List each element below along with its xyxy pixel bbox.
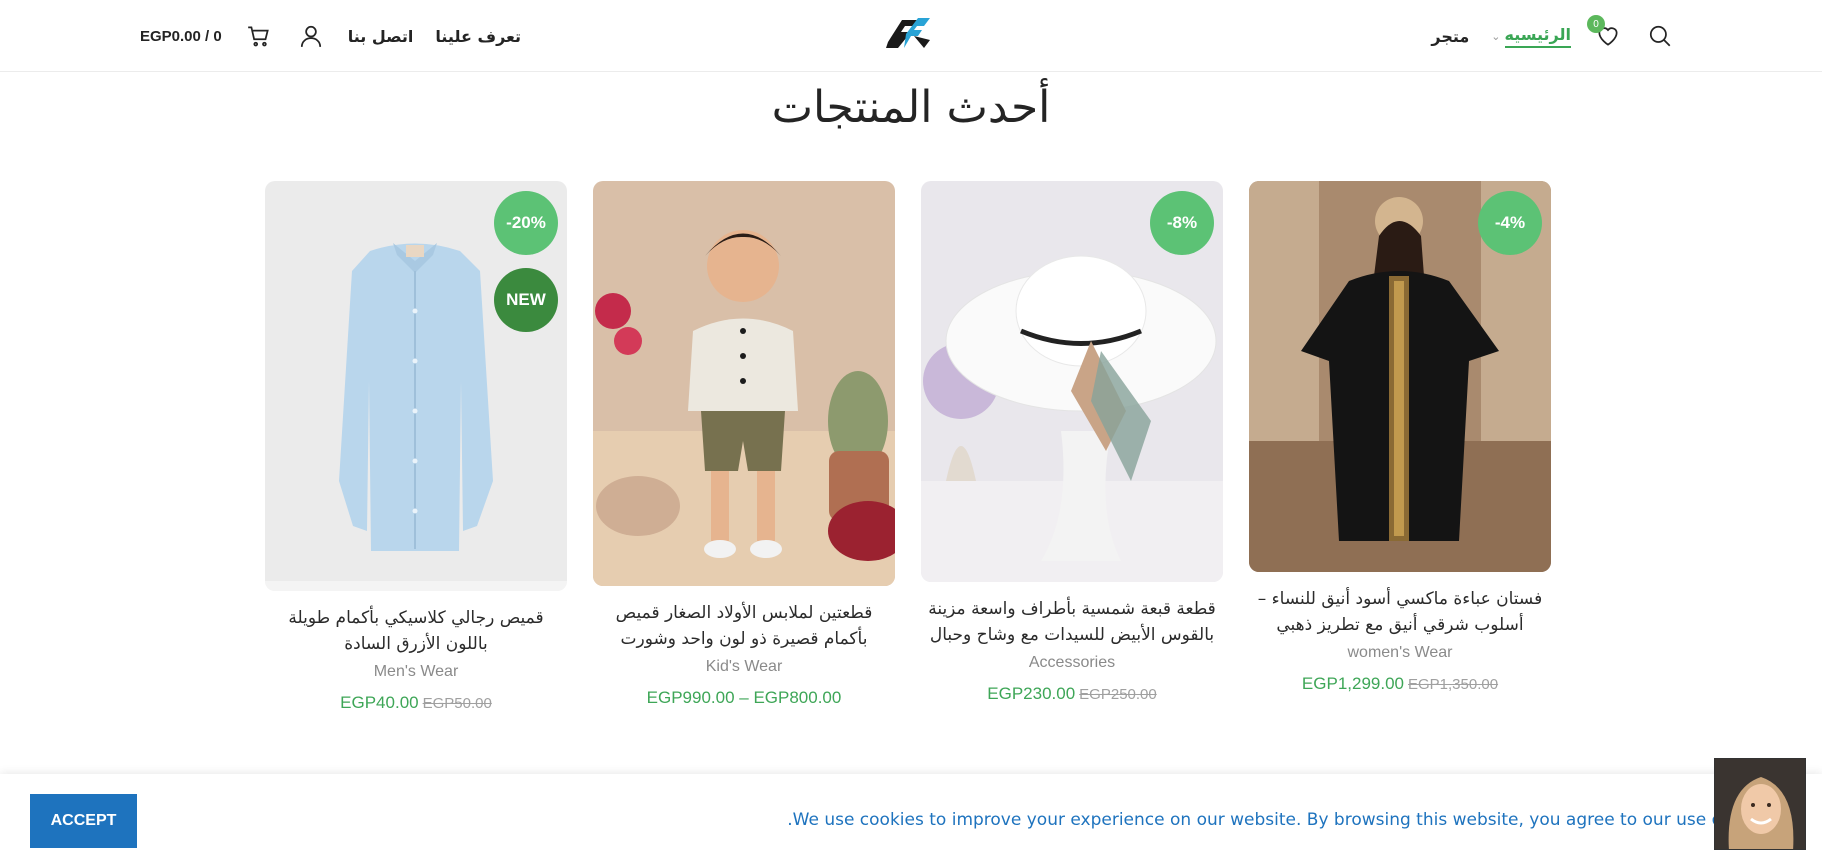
product-price: EGP40.00 EGP50.00 (265, 693, 567, 713)
current-price: EGP230.00 (987, 684, 1076, 703)
product-price: EGP230.00 EGP250.00 (921, 684, 1223, 704)
nav-shop[interactable]: متجر (1431, 27, 1469, 46)
product-category[interactable]: Men's Wear (265, 663, 567, 681)
sale-badge: -4% (1478, 191, 1542, 255)
current-price: EGP1,299.00 (1301, 674, 1404, 693)
old-price: EGP250.00 (1079, 686, 1157, 703)
cart-total[interactable]: EGP0.00 / 0 (140, 28, 222, 45)
product-card[interactable]: -4% فستان عباءة ماكسي أسود أنيق للنساء –… (1249, 181, 1551, 694)
product-title[interactable]: قطعة قبعة شمسية بأطراف واسعة مزينة بالقو… (921, 596, 1223, 648)
product-image[interactable]: -4% (1249, 181, 1551, 572)
new-badge: NEW (494, 268, 558, 332)
product-category[interactable]: Accessories (921, 654, 1223, 672)
product-image[interactable] (593, 181, 895, 586)
product-title[interactable]: قميص رجالي كلاسيكي بأكمام طويلة باللون ا… (265, 605, 567, 657)
nav-about[interactable]: تعرف علينا (435, 27, 521, 46)
sale-badge: -20% (494, 191, 558, 255)
product-title[interactable]: قطعتين لملابس الأولاد الصغار قميص بأكمام… (593, 600, 895, 652)
price-range: EGP990.00 – EGP800.00 (646, 688, 842, 707)
nav-contact[interactable]: اتصل بنا (348, 27, 414, 46)
heart-icon[interactable]: 0 (1587, 15, 1623, 51)
user-icon[interactable] (296, 21, 326, 51)
header-left-group: EGP0.00 / 0 اتصل بنا تعرف علينا (140, 0, 521, 72)
product-price: EGP990.00 – EGP800.00 (593, 688, 895, 708)
product-category[interactable]: Kid's Wear (593, 658, 895, 676)
cookie-message: .We use cookies to improve your experien… (787, 810, 1722, 830)
product-title[interactable]: فستان عباءة ماكسي أسود أنيق للنساء – أسل… (1249, 586, 1551, 638)
product-card[interactable]: -8% قطعة قبعة شمسية بأطراف واسعة مزينة ب… (921, 181, 1223, 704)
support-chat-avatar[interactable] (1714, 758, 1806, 850)
current-price: EGP40.00 (340, 693, 419, 712)
product-image[interactable]: -8% (921, 181, 1223, 582)
accept-cookies-button[interactable]: ACCEPT (30, 794, 137, 848)
nav-home-label: الرئيسيه (1504, 25, 1571, 48)
header-right-group: متجر ⌄ الرئيسيه 0 (1431, 0, 1675, 72)
product-price: EGP1,299.00 EGP1,350.00 (1249, 674, 1551, 694)
nav-home[interactable]: ⌄ الرئيسيه (1491, 25, 1571, 48)
search-icon[interactable] (1645, 21, 1675, 51)
product-card[interactable]: -20% NEW قميص رجالي كلاسيكي بأكمام طويلة… (265, 181, 567, 713)
old-price: EGP1,350.00 (1408, 676, 1499, 693)
wishlist-count-badge: 0 (1587, 15, 1605, 33)
cookie-banner: ACCEPT .We use cookies to improve your e… (0, 774, 1822, 862)
site-logo[interactable]: SF (884, 12, 932, 54)
product-card[interactable]: قطعتين لملابس الأولاد الصغار قميص بأكمام… (593, 181, 895, 708)
product-category[interactable]: women's Wear (1249, 644, 1551, 662)
cart-icon[interactable] (244, 21, 274, 51)
site-header: EGP0.00 / 0 اتصل بنا تعرف علينا SF متجر … (0, 0, 1822, 72)
product-image[interactable]: -20% NEW (265, 181, 567, 591)
old-price: EGP50.00 (422, 695, 492, 712)
sale-badge: -8% (1150, 191, 1214, 255)
chevron-down-icon: ⌄ (1491, 29, 1501, 43)
section-title: أحدث المنتجات (771, 82, 1051, 133)
